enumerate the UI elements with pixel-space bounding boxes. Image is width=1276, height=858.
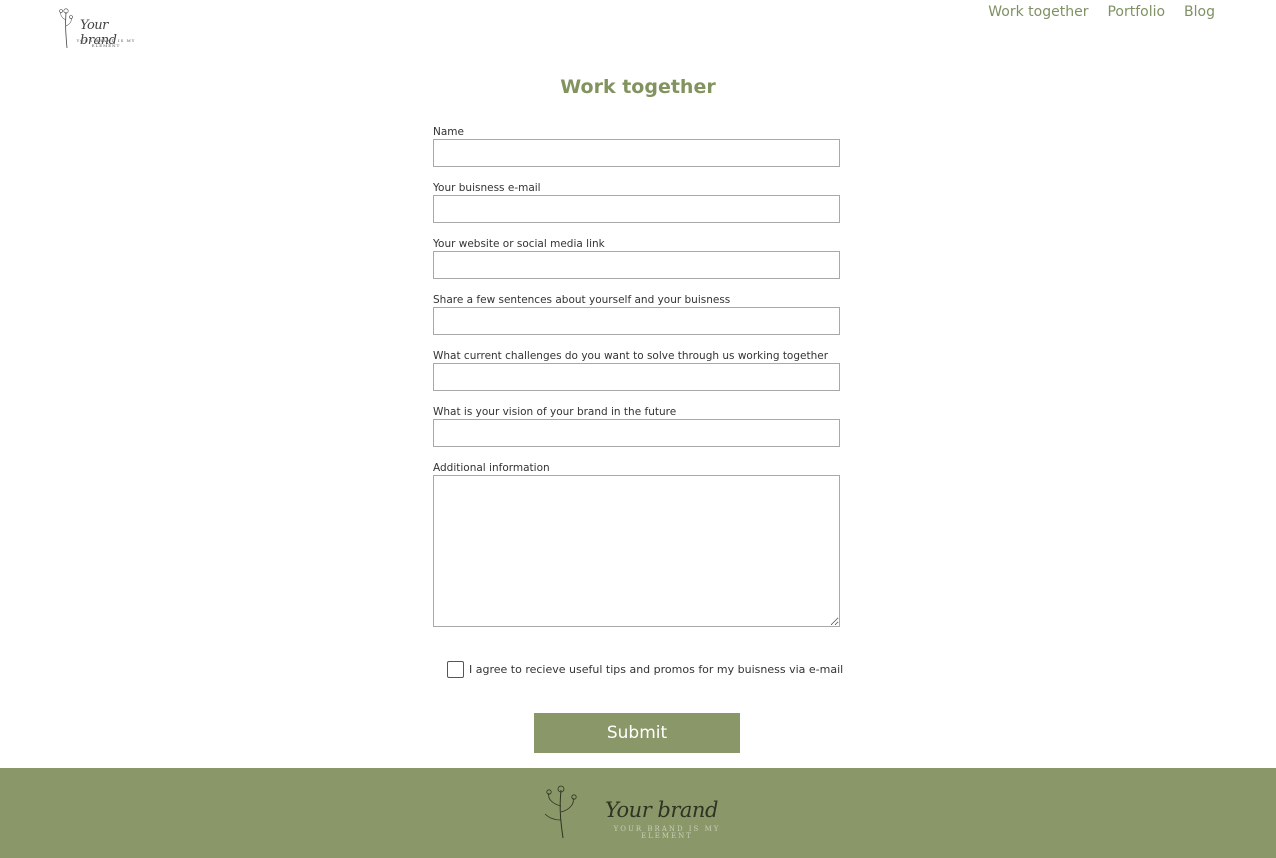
name-input[interactable] (433, 139, 840, 167)
field-vision: What is your vision of your brand in the… (433, 405, 840, 461)
email-input[interactable] (433, 195, 840, 223)
website-input[interactable] (433, 251, 840, 279)
flower-icon (544, 785, 577, 839)
footer-logo-script: Your brand (605, 798, 718, 822)
field-label: Additional information (433, 462, 550, 474)
field-challenges: What current challenges do you want to s… (433, 349, 840, 405)
nav-blog[interactable]: Blog (1184, 4, 1215, 20)
field-website: Your website or social media link (433, 237, 840, 293)
footer-logo[interactable]: Your brand YOUR BRAND IS MY ELEMENT (537, 784, 747, 844)
field-label: Name (433, 126, 464, 138)
footer: Your brand YOUR BRAND IS MY ELEMENT (0, 768, 1276, 858)
field-label: Your website or social media link (433, 238, 605, 250)
vision-input[interactable] (433, 419, 840, 447)
submit-button[interactable]: Submit (534, 713, 740, 753)
logo-tagline: YOUR BRAND IS MY ELEMENT (76, 38, 136, 48)
field-label: Share a few sentences about yourself and… (433, 294, 731, 306)
footer-logo-tagline: YOUR BRAND IS MY ELEMENT (613, 825, 721, 840)
about-input[interactable] (433, 307, 840, 335)
field-name: Name (433, 125, 840, 181)
additional-info-textarea[interactable] (433, 475, 840, 627)
field-about: Share a few sentences about yourself and… (433, 293, 840, 349)
field-label: Your buisness e-mail (433, 182, 541, 194)
contact-form: Name Your buisness e-mail Your website o… (433, 125, 840, 631)
agree-row: I agree to recieve useful tips and promo… (447, 661, 843, 678)
field-email: Your buisness e-mail (433, 181, 840, 237)
challenges-input[interactable] (433, 363, 840, 391)
flower-icon (59, 8, 73, 49)
main-nav: Work together Portfolio Blog (988, 4, 1215, 20)
field-label: What is your vision of your brand in the… (433, 406, 677, 418)
agree-checkbox[interactable] (447, 661, 464, 678)
brand-logo[interactable]: Your brand YOUR BRAND IS MY ELEMENT (56, 6, 136, 50)
nav-work-together[interactable]: Work together (988, 4, 1088, 20)
page-title: Work together (560, 76, 716, 98)
field-label: What current challenges do you want to s… (433, 350, 829, 362)
nav-portfolio[interactable]: Portfolio (1107, 4, 1165, 20)
agree-label[interactable]: I agree to recieve useful tips and promo… (469, 663, 843, 676)
field-additional: Additional information (433, 461, 840, 631)
